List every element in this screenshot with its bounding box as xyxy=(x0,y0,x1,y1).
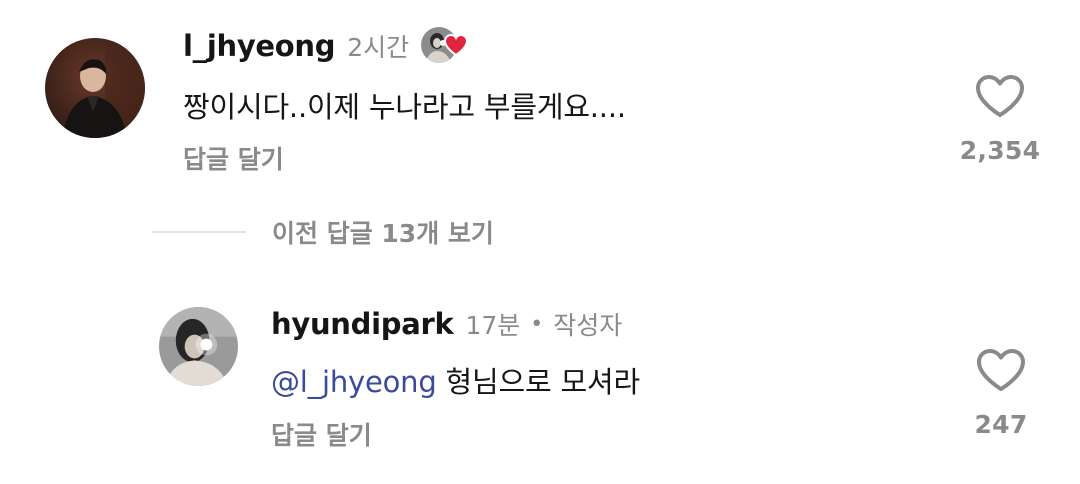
reply-button[interactable]: 답글 달기 xyxy=(271,416,372,452)
separator-dot: • xyxy=(530,311,544,337)
timestamp: 17분 xyxy=(465,311,521,340)
heart-icon xyxy=(444,33,469,57)
comment-header: l_jhyeong 2시간 xyxy=(183,26,469,66)
avatar[interactable] xyxy=(159,307,238,386)
divider xyxy=(152,231,246,233)
comment-item: l_jhyeong 2시간 짱이시다..이제 누나라고 부를게요.... 답글 … xyxy=(0,0,1080,200)
like-count: 2,354 xyxy=(959,136,1041,165)
username[interactable]: hyundipark xyxy=(271,307,454,341)
reply-text-body: 형님으로 모셔라 xyxy=(436,365,641,399)
reply-button[interactable]: 답글 달기 xyxy=(183,140,284,176)
view-previous-replies[interactable]: 이전 답글 13개 보기 xyxy=(152,214,494,250)
username[interactable]: l_jhyeong xyxy=(183,29,336,63)
view-previous-replies-label: 이전 답글 13개 보기 xyxy=(272,219,494,248)
heart-outline-icon xyxy=(977,349,1025,391)
timestamp: 2시간 xyxy=(347,33,410,62)
reply-header: hyundipark 17분 • 작성자 xyxy=(271,304,622,344)
creator-liked-badge xyxy=(421,27,469,65)
reply-item: hyundipark 17분 • 작성자 @l_jhyeong 형님으로 모셔라… xyxy=(0,290,1080,484)
mention-link[interactable]: @l_jhyeong xyxy=(271,365,437,399)
avatar[interactable] xyxy=(45,38,145,138)
comment-text: 짱이시다..이제 누나라고 부를게요.... xyxy=(183,90,626,124)
like-button[interactable]: 247 xyxy=(959,348,1043,439)
heart-outline-icon xyxy=(976,75,1024,117)
author-badge: 작성자 xyxy=(553,311,623,340)
like-button[interactable]: 2,354 xyxy=(958,74,1042,165)
reply-text: @l_jhyeong 형님으로 모셔라 xyxy=(271,359,640,401)
like-count: 247 xyxy=(974,410,1028,439)
